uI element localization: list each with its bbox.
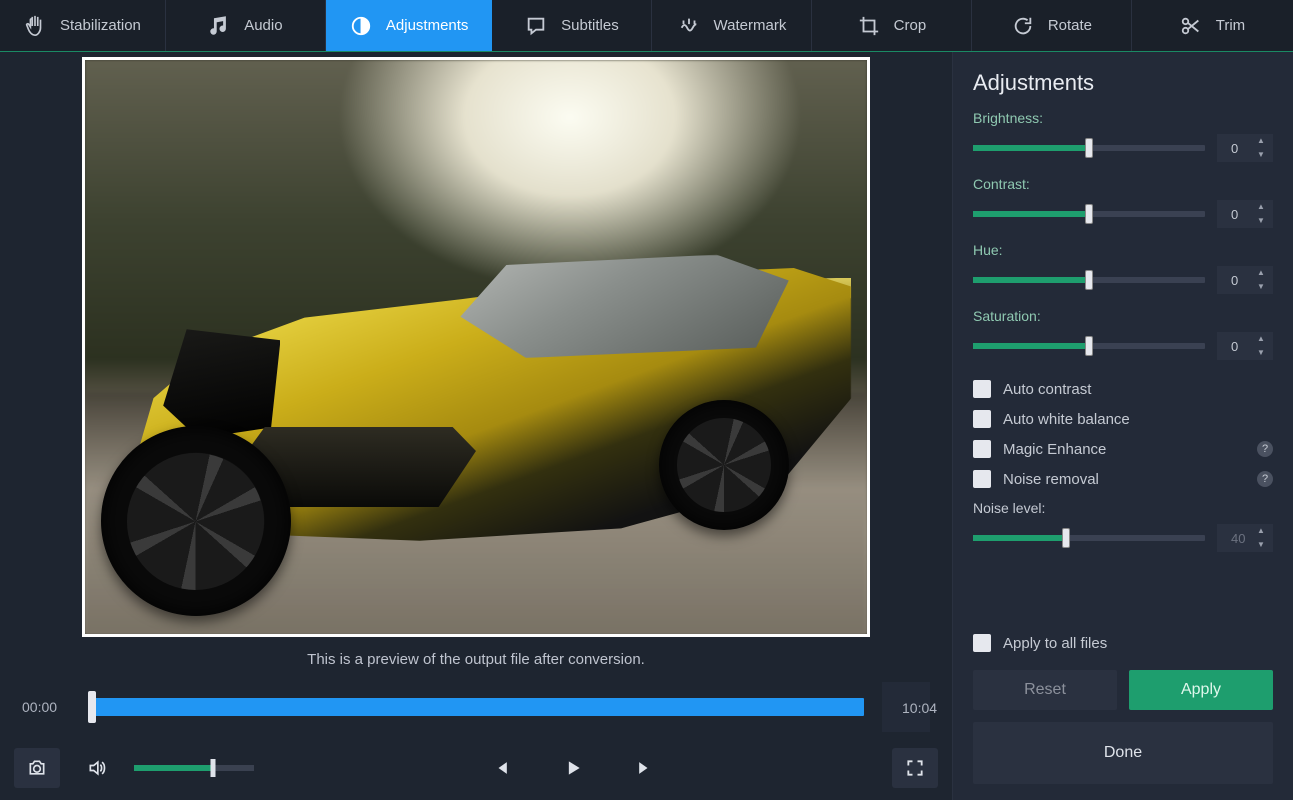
tab-label: Crop: [894, 17, 927, 34]
volume-icon: [87, 758, 107, 778]
tab-label: Trim: [1216, 17, 1245, 34]
brightness-value[interactable]: 0▲▼: [1217, 134, 1273, 162]
contrast-icon: [350, 15, 372, 37]
tab-trim[interactable]: Trim: [1132, 0, 1292, 51]
tab-label: Subtitles: [561, 17, 619, 34]
volume-thumb[interactable]: [211, 759, 216, 777]
tab-crop[interactable]: Crop: [812, 0, 972, 51]
magic-enhance-label: Magic Enhance: [1003, 441, 1106, 458]
apply-all-label: Apply to all files: [1003, 635, 1107, 652]
apply-all-checkbox[interactable]: [973, 634, 991, 652]
brightness-label: Brightness:: [973, 110, 1273, 126]
saturation-slider[interactable]: [973, 343, 1205, 349]
stepper-down[interactable]: ▼: [1257, 349, 1269, 357]
noise-level-label: Noise level:: [973, 500, 1273, 516]
preview-caption: This is a preview of the output file aft…: [0, 637, 952, 678]
noise-level-value[interactable]: 40▲▼: [1217, 524, 1273, 552]
volume-slider[interactable]: [134, 765, 254, 771]
stepper-up[interactable]: ▲: [1257, 137, 1269, 145]
auto-white-balance-row[interactable]: Auto white balance: [973, 404, 1273, 434]
hue-label: Hue:: [973, 242, 1273, 258]
stepper-down[interactable]: ▼: [1257, 151, 1269, 159]
volume-button[interactable]: [74, 748, 120, 788]
noise-removal-label: Noise removal: [1003, 471, 1099, 488]
camera-icon: [27, 758, 47, 778]
music-note-icon: [208, 15, 230, 37]
tab-stabilization[interactable]: Stabilization: [0, 0, 166, 51]
auto-white-balance-checkbox[interactable]: [973, 410, 991, 428]
stepper-up[interactable]: ▲: [1257, 269, 1269, 277]
magic-enhance-row[interactable]: Magic Enhance ?: [973, 434, 1273, 464]
apply-button[interactable]: Apply: [1129, 670, 1273, 710]
tab-label: Adjustments: [386, 17, 469, 34]
saturation-label: Saturation:: [973, 308, 1273, 324]
auto-white-balance-label: Auto white balance: [1003, 411, 1130, 428]
slider-thumb[interactable]: [1062, 528, 1070, 548]
hue-slider[interactable]: [973, 277, 1205, 283]
scissors-icon: [1180, 15, 1202, 37]
tab-label: Watermark: [714, 17, 787, 34]
rotate-icon: [1012, 15, 1034, 37]
time-current: 00:00: [22, 699, 70, 715]
slider-thumb[interactable]: [1085, 204, 1093, 224]
prev-button[interactable]: [478, 748, 524, 788]
stepper-up[interactable]: ▲: [1257, 335, 1269, 343]
tab-label: Audio: [244, 17, 282, 34]
slider-thumb[interactable]: [1085, 336, 1093, 356]
tab-audio[interactable]: Audio: [166, 0, 326, 51]
next-button[interactable]: [622, 748, 668, 788]
preview-pane: This is a preview of the output file aft…: [0, 52, 953, 800]
crop-icon: [858, 15, 880, 37]
timeline-scrubber[interactable]: [88, 691, 96, 723]
hand-icon: [24, 15, 46, 37]
speech-bubble-icon: [525, 15, 547, 37]
skip-forward-icon: [635, 758, 655, 778]
reset-button[interactable]: Reset: [973, 670, 1117, 710]
contrast-slider[interactable]: [973, 211, 1205, 217]
stepper-down[interactable]: ▼: [1257, 217, 1269, 225]
auto-contrast-label: Auto contrast: [1003, 381, 1091, 398]
contrast-value[interactable]: 0▲▼: [1217, 200, 1273, 228]
auto-contrast-checkbox[interactable]: [973, 380, 991, 398]
play-icon: [563, 758, 583, 778]
stepper-up[interactable]: ▲: [1257, 203, 1269, 211]
adjustments-panel: Adjustments Brightness: 0▲▼ Contrast: 0▲…: [953, 52, 1293, 800]
fullscreen-icon: [905, 758, 925, 778]
contrast-label: Contrast:: [973, 176, 1273, 192]
panel-title: Adjustments: [973, 70, 1273, 96]
help-icon[interactable]: ?: [1257, 471, 1273, 487]
noise-removal-row[interactable]: Noise removal ?: [973, 464, 1273, 494]
watermark-icon: [678, 15, 700, 37]
done-button[interactable]: Done: [973, 722, 1273, 784]
hue-value[interactable]: 0▲▼: [1217, 266, 1273, 294]
fullscreen-button[interactable]: [892, 748, 938, 788]
play-button[interactable]: [550, 748, 596, 788]
video-preview[interactable]: [82, 57, 870, 637]
stepper-down[interactable]: ▼: [1257, 283, 1269, 291]
tab-label: Rotate: [1048, 17, 1092, 34]
apply-all-row[interactable]: Apply to all files: [973, 628, 1273, 658]
snapshot-button[interactable]: [14, 748, 60, 788]
brightness-slider[interactable]: [973, 145, 1205, 151]
tab-adjustments[interactable]: Adjustments: [326, 0, 493, 51]
tab-label: Stabilization: [60, 17, 141, 34]
noise-level-slider[interactable]: [973, 535, 1205, 541]
magic-enhance-checkbox[interactable]: [973, 440, 991, 458]
tab-subtitles[interactable]: Subtitles: [492, 0, 652, 51]
slider-thumb[interactable]: [1085, 138, 1093, 158]
time-duration: 10:04: [882, 682, 930, 732]
stepper-down[interactable]: ▼: [1257, 541, 1269, 549]
timeline-track[interactable]: [88, 698, 864, 716]
tab-rotate[interactable]: Rotate: [972, 0, 1132, 51]
noise-removal-checkbox[interactable]: [973, 470, 991, 488]
slider-thumb[interactable]: [1085, 270, 1093, 290]
skip-back-icon: [491, 758, 511, 778]
auto-contrast-row[interactable]: Auto contrast: [973, 374, 1273, 404]
help-icon[interactable]: ?: [1257, 441, 1273, 457]
stepper-up[interactable]: ▲: [1257, 527, 1269, 535]
saturation-value[interactable]: 0▲▼: [1217, 332, 1273, 360]
toolbar: Stabilization Audio Adjustments Subtitle…: [0, 0, 1293, 52]
tab-watermark[interactable]: Watermark: [652, 0, 812, 51]
